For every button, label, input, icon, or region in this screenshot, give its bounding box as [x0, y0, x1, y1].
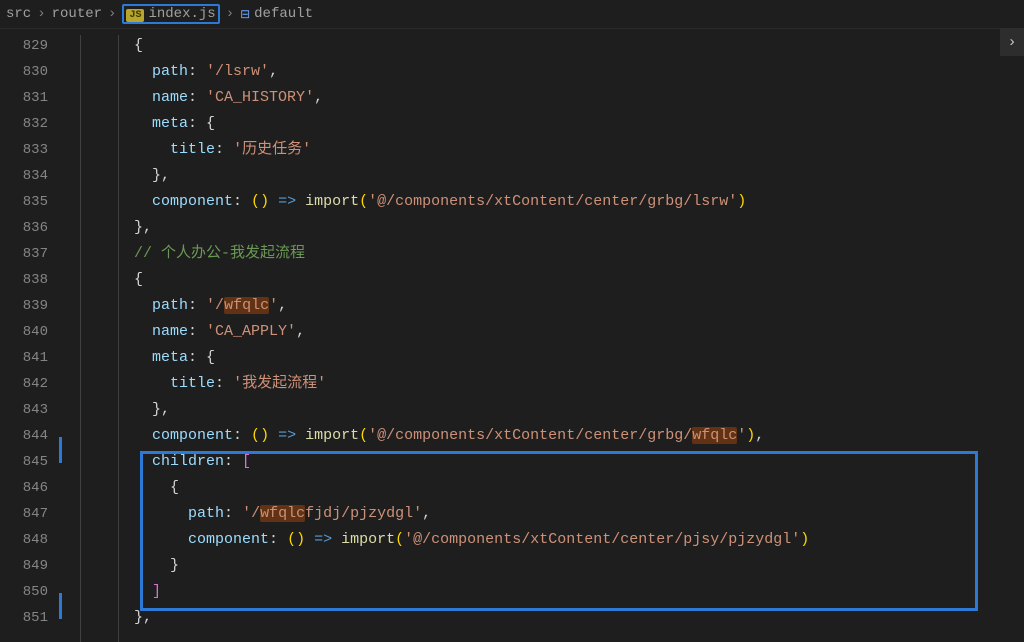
breadcrumbs: src › router › JSindex.js › ⊟ default [0, 0, 1024, 29]
code-editor[interactable]: 829830831832833 834835836837838 83984084… [0, 29, 1024, 642]
code-area[interactable]: { path: '/lsrw', name: 'CA_HISTORY', met… [62, 29, 1024, 642]
search-match: wfqlc [224, 297, 269, 314]
chevron-right-icon: › [108, 6, 116, 22]
breadcrumb-file[interactable]: JSindex.js [122, 4, 219, 24]
search-match: wfqlc [692, 427, 737, 444]
symbol-icon: ⊟ [240, 7, 250, 22]
chevron-right-icon: › [226, 6, 234, 22]
javascript-icon: JS [126, 9, 144, 22]
chevron-right-icon: › [37, 6, 45, 22]
line-number-gutter: 829830831832833 834835836837838 83984084… [0, 29, 62, 642]
breadcrumb-folder[interactable]: src [6, 6, 31, 22]
search-match: wfqlc [260, 505, 305, 522]
breadcrumb-symbol[interactable]: default [254, 6, 313, 22]
breadcrumb-folder[interactable]: router [52, 6, 102, 22]
